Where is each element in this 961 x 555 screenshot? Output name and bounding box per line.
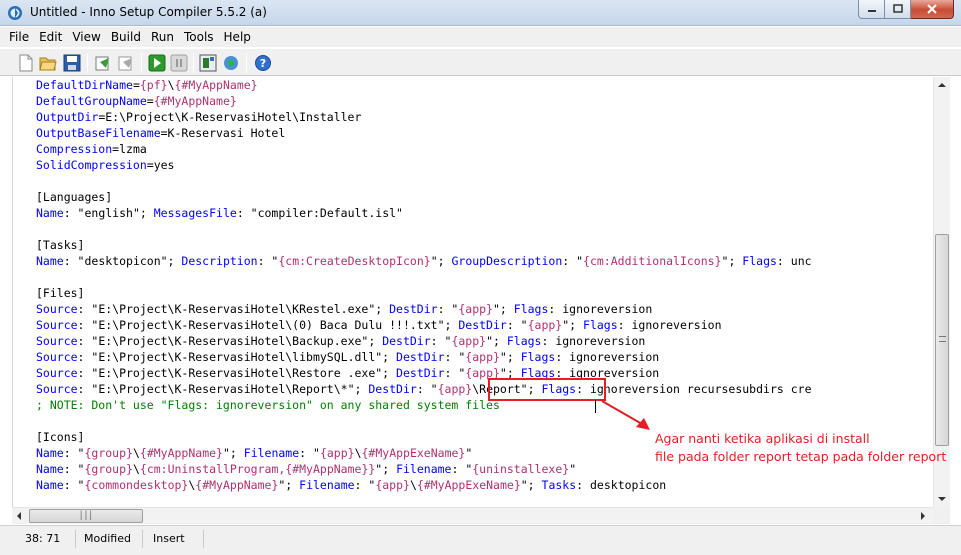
- annotation-line-2: file pada folder report tetap pada folde…: [655, 449, 947, 464]
- annotation-line-1: Agar nanti ketika aplikasi di install: [655, 431, 870, 446]
- annotation-arrow: [601, 400, 650, 430]
- annotation-text: Agar nanti ketika aplikasi di install fi…: [655, 430, 946, 466]
